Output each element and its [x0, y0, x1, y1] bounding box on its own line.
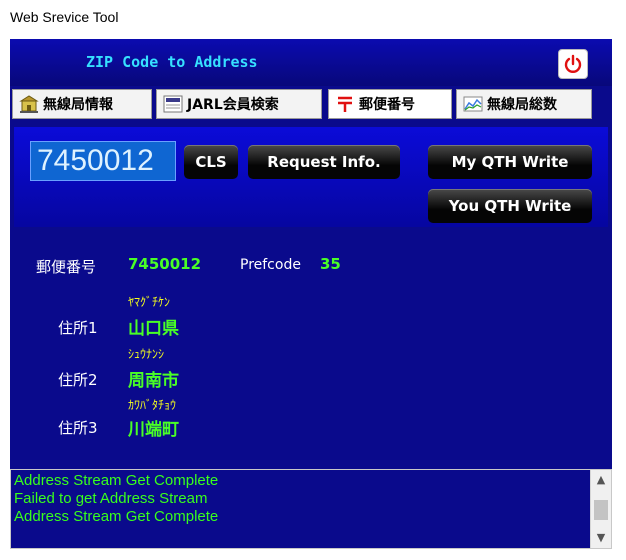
jarl-icon — [163, 95, 183, 113]
address1-kana: ﾔﾏｸﾞﾁｹﾝ — [128, 295, 171, 309]
address3-value: 川端町 — [128, 420, 179, 440]
tab-label: JARL会員検索 — [187, 97, 279, 113]
scroll-thumb[interactable] — [594, 500, 608, 520]
address3-label: 住所3 — [58, 419, 98, 437]
tab-station-total[interactable]: 無線局総数 — [456, 89, 592, 119]
address1-label: 住所1 — [58, 319, 98, 337]
postal-code-value: 7450012 — [128, 255, 202, 273]
you-qth-write-button[interactable]: You QTH Write — [428, 189, 592, 223]
address2-label: 住所2 — [58, 371, 98, 389]
tab-label: 無線局総数 — [487, 97, 557, 113]
tab-station-info[interactable]: 無線局情報 — [12, 89, 152, 119]
address2-kana: ｼｭｳﾅﾝｼ — [128, 347, 165, 361]
tab-bar: 無線局情報 JARL会員検索 郵便番号 無線局総数 — [10, 89, 612, 119]
title-bar: Web Srevice Tool — [0, 0, 626, 36]
chart-icon — [463, 95, 483, 113]
cls-button[interactable]: CLS — [184, 145, 238, 179]
window-title: Web Srevice Tool — [10, 9, 119, 25]
postal-code-label: 郵便番号 — [36, 258, 97, 276]
building-icon — [19, 95, 39, 113]
address3-kana: ｶﾜﾊﾞﾀﾁｮｳ — [128, 398, 177, 412]
zip-code-input[interactable] — [30, 141, 176, 181]
log-lines: Address Stream Get Complete Failed to ge… — [14, 472, 218, 526]
app-client-area: ZIP Code to Address 無線局情報 JARL会員検索 郵便番号 … — [10, 39, 612, 549]
tab-jarl-member-search[interactable]: JARL会員検索 — [156, 89, 322, 119]
scroll-down-icon[interactable]: ▼ — [591, 528, 611, 548]
scroll-up-icon[interactable]: ▲ — [591, 470, 611, 490]
my-qth-write-button[interactable]: My QTH Write — [428, 145, 592, 179]
header-bar: ZIP Code to Address — [10, 39, 612, 86]
log-line: Address Stream Get Complete — [14, 508, 219, 525]
status-log[interactable]: Address Stream Get Complete Failed to ge… — [10, 469, 612, 549]
tab-label: 郵便番号 — [359, 97, 415, 113]
log-line: Address Stream Get Complete — [14, 472, 219, 489]
search-panel: CLS Request Info. My QTH Write You QTH W… — [14, 127, 608, 227]
tab-postal-code[interactable]: 郵便番号 — [328, 89, 452, 119]
request-info-button[interactable]: Request Info. — [248, 145, 400, 179]
power-icon — [564, 54, 582, 73]
postal-mark-icon — [335, 95, 355, 113]
prefcode-value: 35 — [320, 255, 341, 273]
log-line: Failed to get Address Stream — [14, 490, 208, 507]
header-title: ZIP Code to Address — [86, 53, 258, 71]
address1-value: 山口県 — [128, 319, 179, 339]
log-scrollbar[interactable]: ▲ ▼ — [590, 470, 611, 548]
address2-value: 周南市 — [128, 371, 179, 391]
tab-label: 無線局情報 — [43, 97, 113, 113]
power-button[interactable] — [558, 49, 588, 79]
prefcode-label: Prefcode — [240, 257, 301, 273]
